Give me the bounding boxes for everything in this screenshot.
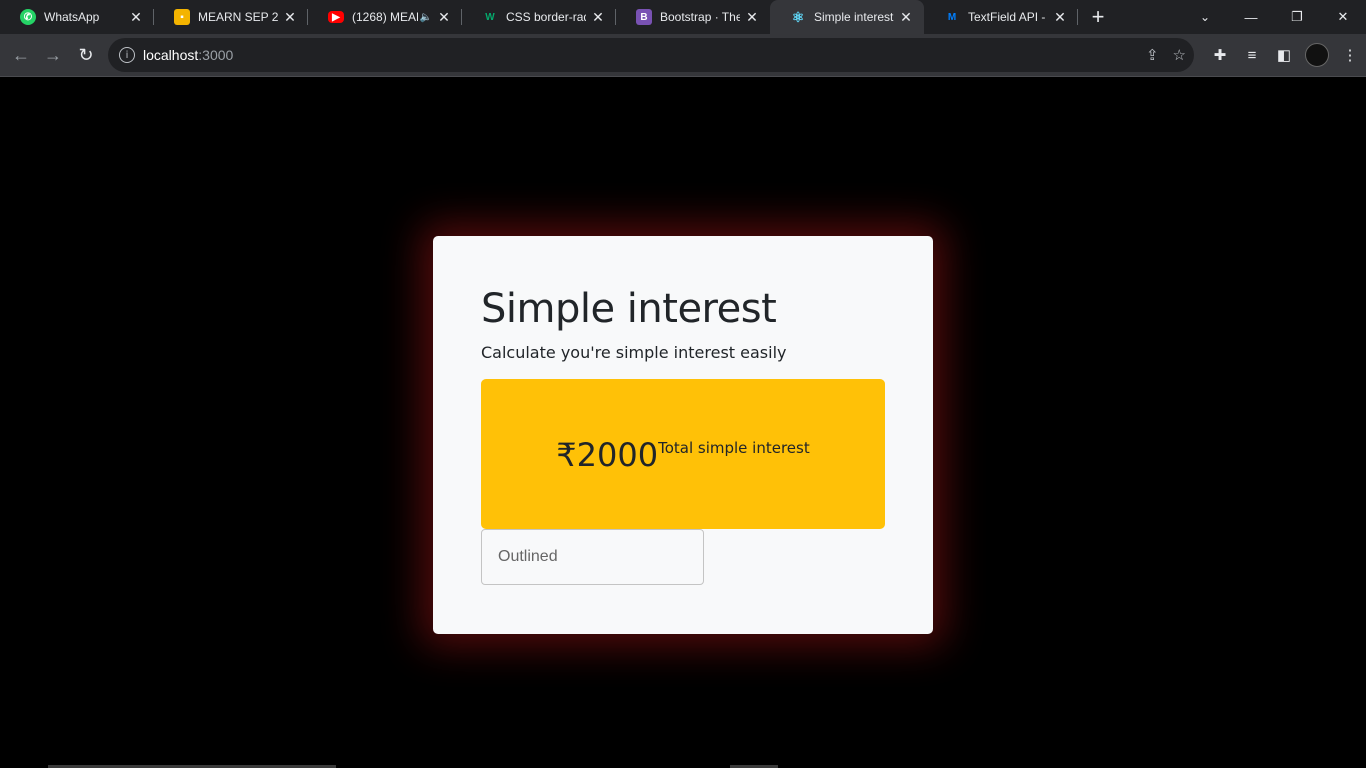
close-icon[interactable]: ✕ bbox=[282, 9, 298, 26]
info-icon[interactable]: i bbox=[119, 47, 135, 63]
forward-arrow-icon[interactable]: → bbox=[40, 42, 66, 68]
result-panel: ₹2000 Total simple interest bbox=[481, 379, 885, 529]
tab-title: Simple interest bbox=[814, 10, 894, 24]
w3schools-icon: W bbox=[485, 11, 495, 23]
address-bar[interactable]: i localhost:3000 ⇪ ☆ bbox=[108, 38, 1194, 72]
tab-title: (1268) MEAR bbox=[352, 10, 418, 24]
bookmark-star-icon[interactable]: ☆ bbox=[1173, 46, 1186, 64]
page-viewport: Simple interest Calculate you're simple … bbox=[0, 77, 1366, 768]
bootstrap-icon: B bbox=[636, 9, 652, 25]
close-window-icon[interactable]: ✕ bbox=[1320, 0, 1366, 34]
classroom-icon: ▪ bbox=[174, 9, 190, 25]
page-subtitle: Calculate you're simple interest easily bbox=[481, 343, 787, 362]
close-icon[interactable]: ✕ bbox=[744, 9, 760, 26]
minimize-icon[interactable]: — bbox=[1228, 0, 1274, 34]
reload-icon[interactable]: ↻ bbox=[73, 42, 99, 68]
tab-bootstrap[interactable]: B Bootstrap · The r ✕ bbox=[616, 0, 770, 34]
new-tab-button[interactable]: + bbox=[1078, 0, 1118, 34]
principal-input[interactable] bbox=[496, 547, 703, 567]
tab-youtube[interactable]: ▶ (1268) MEAR 🔈 ✕ bbox=[308, 0, 462, 34]
speaker-icon[interactable]: 🔈 bbox=[420, 12, 432, 23]
interest-amount-label: Total simple interest bbox=[658, 439, 810, 457]
tab-title: TextField API - M bbox=[968, 10, 1048, 24]
menu-kebab-icon[interactable]: ⋮ bbox=[1334, 46, 1366, 64]
interest-card: Simple interest Calculate you're simple … bbox=[433, 236, 933, 634]
page-title: Simple interest bbox=[481, 286, 777, 332]
close-icon[interactable]: ✕ bbox=[128, 9, 144, 26]
tab-mearn[interactable]: ▪ MEARN SEP 23 B ✕ bbox=[154, 0, 308, 34]
tab-title: WhatsApp bbox=[44, 10, 100, 24]
close-icon[interactable]: ✕ bbox=[590, 9, 606, 26]
youtube-icon: ▶ bbox=[328, 11, 344, 23]
tab-search-icon[interactable]: ⌄ bbox=[1190, 0, 1220, 34]
side-panel-icon[interactable]: ◧ bbox=[1268, 46, 1300, 64]
outlined-text-field[interactable] bbox=[481, 529, 704, 585]
browser-toolbar: ← → ↻ i localhost:3000 ⇪ ☆ ✚ ≡ ◧ ⋮ bbox=[0, 34, 1366, 77]
close-icon[interactable]: ✕ bbox=[898, 9, 914, 26]
avatar[interactable] bbox=[1305, 43, 1329, 67]
restore-icon[interactable]: ❐ bbox=[1274, 0, 1320, 34]
media-queue-icon[interactable]: ≡ bbox=[1236, 47, 1268, 64]
tab-textfield-api[interactable]: M TextField API - M ✕ bbox=[924, 0, 1078, 34]
close-icon[interactable]: ✕ bbox=[1052, 9, 1068, 26]
react-icon: ⚛ bbox=[791, 8, 805, 25]
whatsapp-icon: ✆ bbox=[20, 9, 36, 25]
tab-title: MEARN SEP 23 B bbox=[198, 10, 278, 24]
tab-title: Bootstrap · The r bbox=[660, 10, 740, 24]
mui-icon: M bbox=[947, 11, 957, 23]
interest-amount: ₹2000 bbox=[556, 436, 659, 474]
tab-simple-interest[interactable]: ⚛ Simple interest ✕ bbox=[770, 0, 924, 34]
tab-whatsapp[interactable]: ✆ WhatsApp ✕ bbox=[0, 0, 154, 34]
tab-w3schools[interactable]: W CSS border-radi ✕ bbox=[462, 0, 616, 34]
extensions-icon[interactable]: ✚ bbox=[1204, 46, 1236, 64]
tab-title: CSS border-radi bbox=[506, 10, 586, 24]
url-text[interactable]: localhost:3000 bbox=[143, 47, 233, 63]
share-icon[interactable]: ⇪ bbox=[1146, 46, 1159, 64]
tab-strip: ✆ WhatsApp ✕ ▪ MEARN SEP 23 B ✕ ▶ (1268)… bbox=[0, 0, 1366, 34]
back-arrow-icon[interactable]: ← bbox=[8, 42, 34, 68]
window-controls: — ❐ ✕ bbox=[1228, 0, 1366, 34]
close-icon[interactable]: ✕ bbox=[436, 9, 452, 26]
